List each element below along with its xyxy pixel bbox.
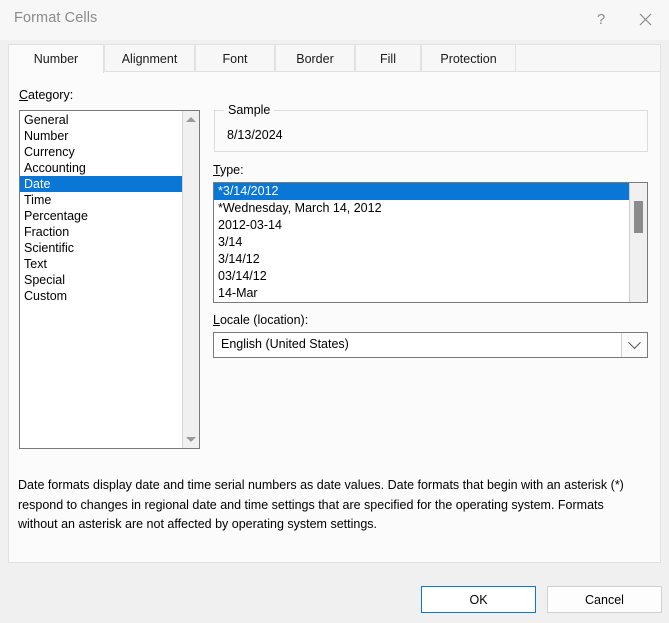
question-mark-icon: ? <box>596 10 606 28</box>
tab-label: Font <box>222 51 248 66</box>
type-item-5[interactable]: 03/14/12 <box>214 268 629 285</box>
category-item-custom[interactable]: Custom <box>20 288 182 304</box>
tab-label: Border <box>296 51 334 66</box>
category-list-items: General Number Currency Accounting Date … <box>20 112 182 304</box>
category-item-currency[interactable]: Currency <box>20 144 182 160</box>
category-label: Category: <box>19 88 73 102</box>
scroll-up-arrow-icon[interactable] <box>183 111 199 128</box>
type-listbox[interactable]: *3/14/2012 *Wednesday, March 14, 2012 20… <box>213 182 648 303</box>
scroll-down-arrow-icon[interactable] <box>183 431 199 448</box>
category-item-time[interactable]: Time <box>20 192 182 208</box>
tab-strip: Number Alignment Font Border Fill Protec… <box>8 44 661 73</box>
type-label-accel: T <box>213 163 220 177</box>
type-item-2[interactable]: 2012-03-14 <box>214 217 629 234</box>
category-item-fraction[interactable]: Fraction <box>20 224 182 240</box>
tab-label: Alignment <box>121 51 178 66</box>
category-item-date[interactable]: Date <box>20 176 182 192</box>
tab-font[interactable]: Font <box>195 44 275 72</box>
cancel-button-label: Cancel <box>585 592 624 607</box>
type-item-3[interactable]: 3/14 <box>214 234 629 251</box>
type-list-items: *3/14/2012 *Wednesday, March 14, 2012 20… <box>214 183 629 302</box>
type-item-1[interactable]: *Wednesday, March 14, 2012 <box>214 200 629 217</box>
category-item-general[interactable]: General <box>20 112 182 128</box>
ok-button-label: OK <box>469 592 488 607</box>
category-label-rest: ategory: <box>28 88 74 102</box>
locale-dropdown-button[interactable] <box>621 333 647 357</box>
locale-label-rest: ocale (location): <box>219 313 309 327</box>
tab-label: Fill <box>380 51 396 66</box>
category-item-accounting[interactable]: Accounting <box>20 160 182 176</box>
tab-protection[interactable]: Protection <box>421 44 516 72</box>
locale-combobox[interactable]: English (United States) <box>213 332 648 358</box>
dialog-titlebar: Format Cells ? <box>0 0 669 40</box>
close-button[interactable] <box>625 0 665 38</box>
category-label-accel: C <box>19 88 29 102</box>
locale-label-accel: L <box>213 313 220 327</box>
tab-label: Number <box>33 52 79 66</box>
tab-label: Protection <box>440 51 497 66</box>
category-description-text: Date formats display date and time seria… <box>18 478 624 531</box>
help-button[interactable]: ? <box>581 0 621 38</box>
close-icon <box>638 12 653 27</box>
category-item-special[interactable]: Special <box>20 272 182 288</box>
tab-alignment[interactable]: Alignment <box>104 44 195 72</box>
type-item-6[interactable]: 14-Mar <box>214 285 629 302</box>
type-item-0[interactable]: *3/14/2012 <box>214 183 629 200</box>
category-scrollbar[interactable] <box>182 111 199 448</box>
dialog-title: Format Cells <box>14 10 98 26</box>
category-listbox[interactable]: General Number Currency Accounting Date … <box>19 110 200 449</box>
locale-label: Locale (location): <box>213 313 308 327</box>
category-item-text[interactable]: Text <box>20 256 182 272</box>
tab-number[interactable]: Number <box>8 44 104 73</box>
sample-legend: Sample <box>224 103 275 117</box>
type-label-rest: ype: <box>219 163 244 177</box>
locale-selected-value: English (United States) <box>221 337 349 351</box>
sample-value: 8/13/2024 <box>227 128 283 142</box>
type-scrollbar[interactable] <box>629 183 647 302</box>
category-item-scientific[interactable]: Scientific <box>20 240 182 256</box>
chevron-down-icon <box>628 335 641 349</box>
cancel-button[interactable]: Cancel <box>547 586 662 613</box>
tab-border[interactable]: Border <box>275 44 355 72</box>
category-item-number[interactable]: Number <box>20 128 182 144</box>
category-item-percentage[interactable]: Percentage <box>20 208 182 224</box>
type-item-4[interactable]: 3/14/12 <box>214 251 629 268</box>
ok-button[interactable]: OK <box>421 586 536 613</box>
type-label: Type: <box>213 163 244 177</box>
tab-strip-filler <box>516 44 661 72</box>
tab-fill[interactable]: Fill <box>355 44 421 72</box>
type-scrollbar-thumb[interactable] <box>634 201 643 233</box>
